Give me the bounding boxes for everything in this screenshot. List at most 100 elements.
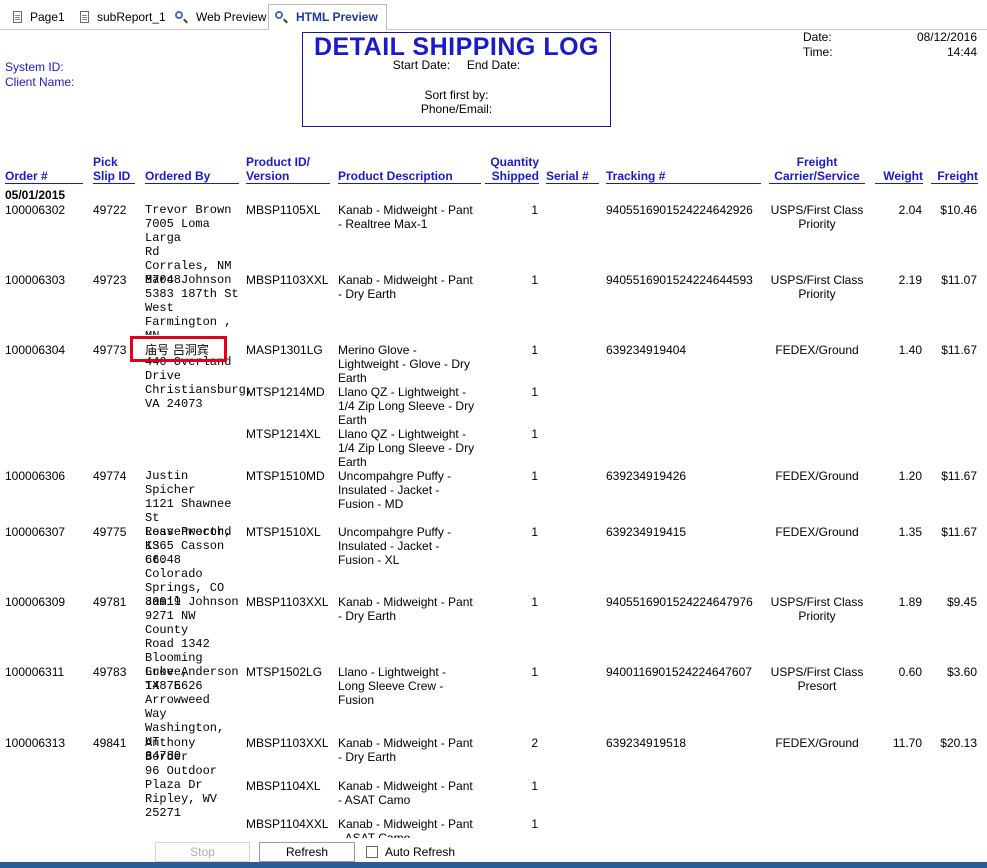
quantity-shipped: 1: [531, 385, 538, 399]
freight-cost: $9.45: [946, 595, 977, 609]
tracking-number: 639234919518: [606, 736, 687, 750]
order-number: 100006304: [5, 343, 66, 357]
col-pick-slip-line1: Pick: [93, 155, 118, 169]
pick-slip-id: 49723: [93, 273, 127, 287]
group-date: 05/01/2015: [5, 188, 66, 202]
product-description: Kanab - Midweight - Pant - Dry Earth: [338, 595, 473, 623]
address-line: VA 24073: [145, 397, 203, 411]
system-id-label: System ID:: [5, 60, 64, 74]
col-description: Product Description: [338, 169, 481, 184]
address-line: Luke Anderson: [145, 665, 239, 679]
freight-carrier: USPS/First Class Priority: [770, 203, 864, 231]
product-description: Llano QZ - Lightweight - 1/4 Zip Long Sl…: [338, 427, 475, 469]
col-weight: Weight: [875, 169, 923, 184]
date-range: Start Date: End Date:: [303, 58, 610, 72]
quantity-shipped: 2: [531, 736, 538, 750]
product-id: MTSP1214MD: [246, 385, 325, 399]
col-carrier-line2: Carrier/Service: [774, 169, 860, 183]
order-number: 100006307: [5, 525, 66, 539]
freight-carrier: USPS/First Class Presort: [770, 665, 864, 693]
window-bottom-strip: [0, 862, 987, 868]
product-description: Kanab - Midweight - Pant - Dry Earth: [338, 736, 473, 764]
col-product-id-line1: Product ID/: [246, 155, 311, 169]
ordered-by-address: Anthony Border 96 Outdoor Plaza Dr Riple…: [145, 736, 240, 820]
quantity-shipped: 1: [531, 343, 538, 357]
col-tracking: Tracking #: [606, 169, 761, 184]
address-line: 25271: [145, 806, 182, 820]
freight-carrier: FEDEX/Ground: [775, 736, 859, 750]
freight-cost: $10.46: [940, 203, 977, 217]
tracking-number: 9400116901524224647607: [606, 665, 752, 679]
product-id: MTSP1214XL: [246, 427, 321, 441]
address-line: 1365 Casson Ct.: [145, 539, 225, 567]
col-quantity-line1: Quantity: [490, 155, 539, 169]
report-preview: System ID: Client Name: DETAIL SHIPPING …: [0, 29, 987, 862]
freight-cost: $3.60: [946, 665, 977, 679]
order-number: 100006311: [5, 665, 65, 679]
tracking-number: 9405516901524224642926: [606, 203, 753, 217]
pick-slip-id: 49781: [93, 595, 127, 609]
address-line: Justin Spicher: [145, 469, 196, 497]
col-ordered-by: Ordered By: [145, 169, 239, 184]
document-icon: [80, 11, 89, 23]
freight-cost: $11.07: [941, 273, 977, 287]
report-header-box: DETAIL SHIPPING LOG Start Date: End Date…: [302, 32, 611, 127]
address-line: Anthony Border: [145, 736, 196, 764]
address-line: 9271 NW County: [145, 609, 196, 637]
tab-label: Page1: [30, 10, 65, 24]
tab-html-preview[interactable]: HTML Preview: [268, 4, 387, 30]
product-id: MBSP1105XL: [246, 203, 321, 217]
address-line: Road 1342: [145, 637, 210, 651]
date-label: Date:: [803, 30, 832, 44]
quantity-shipped: 1: [531, 665, 538, 679]
product-description: Merino Glove - Lightweight - Glove - Dry…: [338, 343, 471, 385]
address-line: Rd: [145, 245, 160, 259]
product-id: MTSP1510XL: [246, 525, 321, 539]
address-line: Marc Johnson: [145, 273, 232, 287]
auto-refresh-checkbox[interactable]: [366, 846, 378, 858]
freight-cost: $20.13: [940, 736, 977, 750]
address-line: Colorado: [145, 567, 203, 581]
quantity-shipped: 1: [531, 525, 538, 539]
product-id: MBSP1103XXL: [246, 595, 329, 609]
tab-subreport-1[interactable]: subReport_1: [80, 6, 166, 28]
col-carrier-line1: Freight: [796, 155, 838, 169]
freight-cost: $11.67: [941, 525, 977, 539]
address-line: West: [145, 301, 174, 315]
tab-bar: Page1 subReport_1 Web Preview HTML Previ…: [0, 0, 987, 30]
pick-slip-id: 49774: [93, 469, 127, 483]
freight-carrier: USPS/First Class Priority: [770, 273, 864, 301]
order-number: 100006309: [5, 595, 66, 609]
col-order: Order #: [5, 169, 83, 184]
tab-web-preview[interactable]: Web Preview: [175, 6, 266, 28]
tracking-number: 639234919404: [606, 343, 687, 357]
freight-carrier: FEDEX/Ground: [775, 343, 859, 357]
address-line: 96 Outdoor: [145, 764, 218, 778]
address-line: Trevor Brown: [145, 203, 232, 217]
product-id: MBSP1103XXL: [246, 736, 329, 750]
address-line: Corrales, NM: [145, 259, 232, 273]
phone-email-label: Phone/Email:: [420, 102, 493, 116]
product-description: Uncompahgre Puffy - Insulated - Jacket -…: [338, 525, 452, 567]
freight-carrier: FEDEX/Ground: [775, 525, 859, 539]
tab-page1[interactable]: Page1: [13, 6, 65, 28]
address-line: Drive: [145, 369, 182, 383]
quantity-shipped: 1: [531, 595, 538, 609]
refresh-button[interactable]: Refresh: [259, 842, 355, 862]
time-label: Time:: [803, 45, 833, 59]
quantity-shipped: 1: [531, 203, 538, 217]
tracking-number: 639234919415: [606, 525, 687, 539]
product-description: Llano - Lightweight - Long Sleeve Crew -…: [338, 665, 447, 707]
weight: 1.20: [898, 469, 922, 483]
col-product-id: Product ID/ Version: [246, 155, 330, 184]
weight: 2.19: [898, 273, 922, 287]
order-number: 100006302: [5, 203, 66, 217]
quantity-shipped: 1: [531, 273, 538, 287]
magnifier-icon: [275, 10, 288, 24]
address-line: Plaza Dr: [145, 778, 203, 792]
product-id: MTSP1510MD: [246, 469, 325, 483]
tracking-number: 9405516901524224644593: [606, 273, 753, 287]
freight-cost: $11.67: [941, 343, 977, 357]
stop-button[interactable]: Stop: [155, 842, 250, 862]
product-id: MTSP1502LG: [246, 665, 323, 679]
